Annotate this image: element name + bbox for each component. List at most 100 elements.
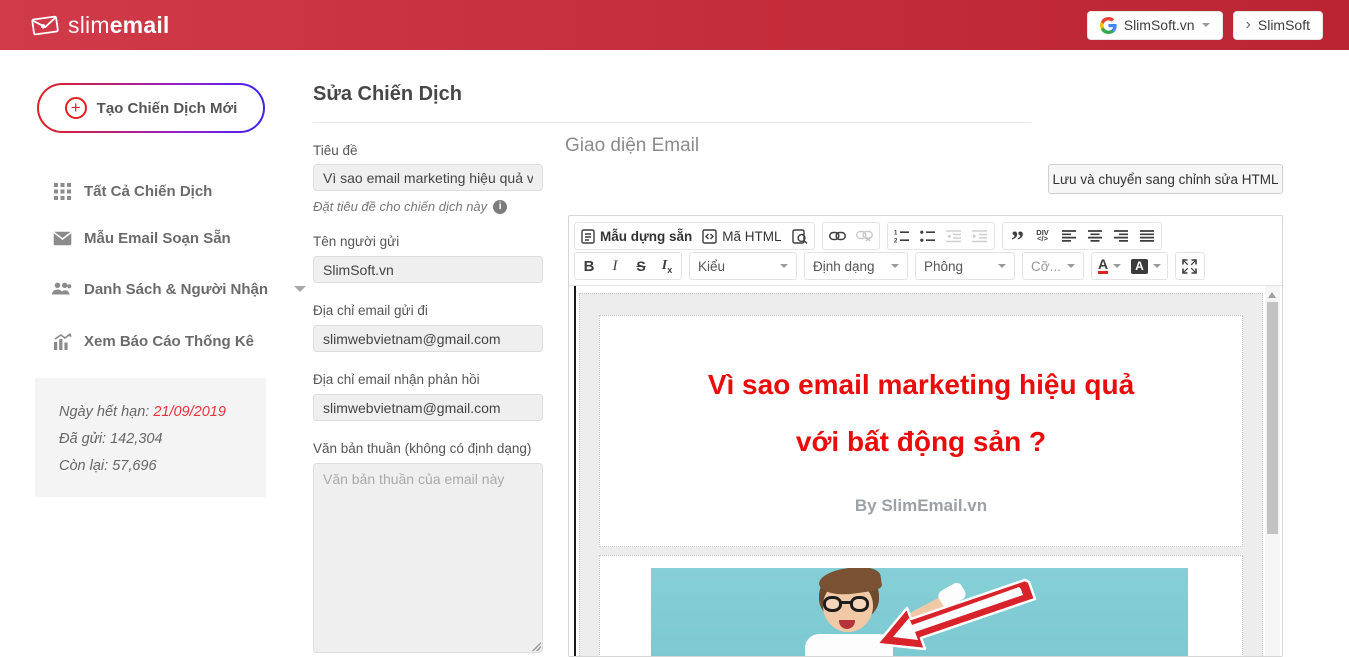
chevron-down-icon — [1153, 264, 1161, 268]
users-icon — [52, 279, 72, 299]
sidebar-item-lists-recipients[interactable]: Danh Sách & Người Nhận — [52, 279, 306, 299]
email-byline: By SlimEmail.vn — [600, 496, 1242, 516]
bg-color-icon: A — [1131, 259, 1148, 274]
blockquote-button[interactable]: ” — [1004, 224, 1030, 248]
from-email-input[interactable] — [313, 325, 543, 352]
sidebar-item-reports[interactable]: Xem Báo Cáo Thống Kê — [52, 331, 254, 351]
preview-button[interactable] — [787, 224, 813, 248]
text-color-button[interactable]: A — [1093, 254, 1126, 278]
scroll-up-arrow[interactable] — [1268, 292, 1276, 298]
scrollbar-thumb[interactable] — [1267, 302, 1278, 534]
chevron-down-icon — [1202, 23, 1210, 27]
expiry-date: 21/09/2019 — [153, 404, 226, 420]
editor-canvas[interactable]: Vì sao email marketing hiệu quả với bất … — [569, 286, 1282, 656]
replyto-field-label: Địa chỉ email nhận phản hồi — [313, 372, 480, 387]
ordered-list-icon: 1 2 — [894, 229, 909, 243]
save-and-edit-html-button[interactable]: Lưu và chuyển sang chỉnh sửa HTML — [1048, 164, 1283, 194]
unlink-icon — [856, 230, 873, 242]
bullet-list-icon — [920, 229, 935, 243]
font-size-dropdown[interactable]: Cỡ... — [1022, 252, 1084, 280]
div-container-button[interactable]: DIV </> — [1030, 224, 1056, 248]
new-campaign-button[interactable]: + Tạo Chiến Dịch Mới — [37, 83, 265, 133]
templates-button[interactable]: Mẫu dựng sẵn — [576, 224, 697, 248]
ordered-list-button[interactable]: 1 2 — [889, 224, 915, 248]
sidebar-item-label: Xem Báo Cáo Thống Kê — [84, 333, 254, 350]
chevron-down-icon — [891, 264, 899, 268]
logo-text: slimemail — [68, 12, 170, 39]
email-image-block[interactable] — [599, 555, 1243, 656]
person-glasses-right — [850, 596, 869, 612]
sent-value: 142,304 — [110, 431, 162, 447]
envelope-logo-icon — [30, 13, 60, 37]
person-glasses-left — [823, 596, 842, 612]
email-hero-image[interactable] — [651, 568, 1188, 656]
google-account-button[interactable]: SlimSoft.vn — [1087, 11, 1223, 40]
html-source-button[interactable]: Mã HTML — [697, 224, 786, 248]
svg-text:2: 2 — [894, 239, 898, 244]
new-campaign-label: Tạo Chiến Dịch Mới — [97, 100, 238, 117]
chevron-down-icon — [1113, 264, 1121, 268]
email-ui-section-title: Giao diện Email — [565, 135, 699, 157]
workspace-label: SlimSoft — [1258, 17, 1310, 33]
sent-line: Đã gửi: 142,304 — [59, 426, 266, 453]
align-right-button[interactable] — [1108, 224, 1134, 248]
text-color-icon: A — [1098, 258, 1108, 274]
email-outer-wrapper[interactable]: Vì sao email marketing hiệu quả với bất … — [579, 293, 1263, 656]
indent-icon — [972, 230, 987, 243]
title-input[interactable] — [313, 164, 543, 191]
align-justify-icon — [1140, 230, 1154, 242]
link-button[interactable] — [824, 224, 851, 248]
outdent-button[interactable] — [941, 224, 967, 248]
document-icon — [581, 229, 595, 244]
svg-text:1: 1 — [894, 231, 898, 237]
bullet-list-button[interactable] — [915, 224, 941, 248]
remove-format-button[interactable]: Ix — [654, 254, 680, 278]
code-icon — [702, 229, 717, 244]
sidebar-item-all-campaigns[interactable]: Tất Cả Chiến Dịch — [52, 181, 212, 201]
sidebar-item-email-templates[interactable]: Mẫu Email Soạn Sẵn — [52, 228, 231, 248]
email-header-block[interactable]: Vì sao email marketing hiệu quả với bất … — [599, 315, 1243, 547]
italic-button[interactable]: I — [602, 254, 628, 278]
google-account-label: SlimSoft.vn — [1124, 17, 1195, 33]
expiry-line: Ngày hết hạn: 21/09/2019 — [59, 399, 266, 426]
bold-button[interactable]: B — [576, 254, 602, 278]
email-editor: Mẫu dựng sẵn Mã HTML — [568, 215, 1283, 657]
preview-icon — [792, 229, 808, 244]
chevron-down-icon — [780, 264, 788, 268]
align-justify-button[interactable] — [1134, 224, 1160, 248]
title-help-text: Đặt tiêu đề cho chiến dịch này i — [313, 199, 507, 214]
bg-color-button[interactable]: A — [1126, 254, 1166, 278]
editor-scrollbar[interactable] — [1265, 286, 1280, 656]
maximize-button[interactable] — [1177, 254, 1203, 278]
workspace-button[interactable]: › SlimSoft — [1233, 11, 1323, 40]
chevron-right-icon: › — [1246, 17, 1251, 33]
email-heading-line2: với bất động sản ? — [600, 428, 1242, 456]
chart-icon — [52, 331, 72, 351]
align-center-button[interactable] — [1082, 224, 1108, 248]
align-left-button[interactable] — [1056, 224, 1082, 248]
chevron-down-icon — [294, 286, 306, 292]
plus-circle-icon: + — [65, 97, 87, 119]
info-icon[interactable]: i — [493, 200, 507, 214]
quota-info-box: Ngày hết hạn: 21/09/2019 Đã gửi: 142,304… — [35, 378, 266, 497]
format-dropdown[interactable]: Định dạng — [804, 252, 908, 280]
red-arrow-icon — [869, 576, 1039, 656]
remaining-value: 57,696 — [112, 458, 156, 474]
styles-dropdown[interactable]: Kiểu — [689, 252, 797, 280]
sidebar-item-label: Mẫu Email Soạn Sẵn — [84, 230, 231, 247]
indent-button[interactable] — [967, 224, 993, 248]
remaining-line: Còn lại: 57,696 — [59, 453, 266, 480]
sidebar-item-label: Danh Sách & Người Nhận — [84, 281, 268, 298]
font-dropdown[interactable]: Phông — [915, 252, 1015, 280]
plaintext-field-label: Văn bản thuần (không có định dạng) — [313, 441, 531, 456]
quote-icon: ” — [1011, 226, 1022, 246]
plaintext-textarea[interactable] — [313, 463, 543, 653]
app-logo[interactable]: slimemail — [30, 12, 170, 39]
maximize-icon — [1182, 259, 1197, 274]
sender-field-label: Tên người gửi — [313, 234, 399, 249]
outdent-icon — [946, 230, 961, 243]
replyto-email-input[interactable] — [313, 394, 543, 421]
strikethrough-button[interactable]: S — [628, 254, 654, 278]
unlink-button[interactable] — [851, 224, 878, 248]
sender-input[interactable] — [313, 256, 543, 283]
